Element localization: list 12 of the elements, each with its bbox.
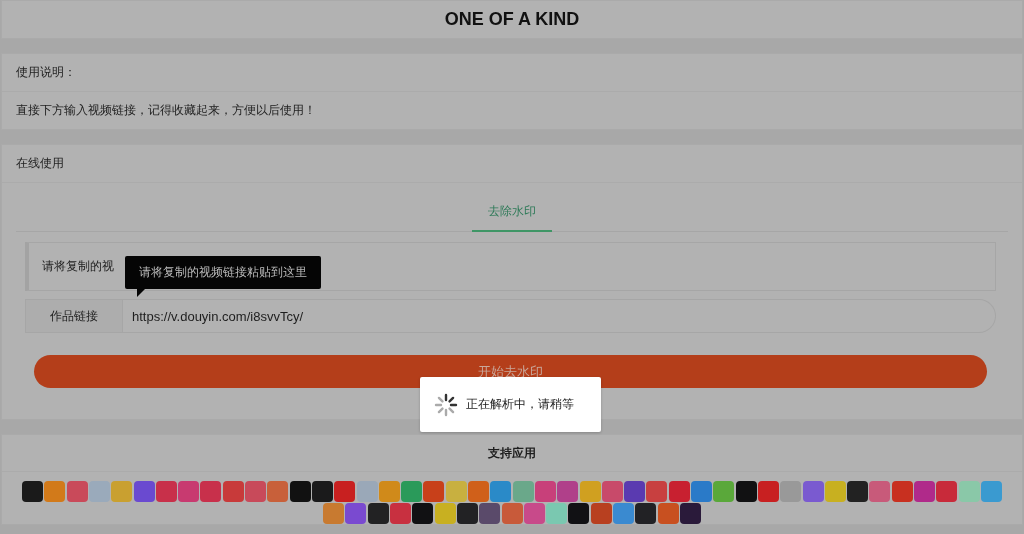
section-heading: 在线使用 xyxy=(16,155,64,172)
site-title: ONE OF A KIND xyxy=(444,9,580,30)
tab[interactable]: 去除水印 xyxy=(472,197,552,232)
notice-text: 请将复制的视 xyxy=(42,258,114,275)
section-heading: 使用说明： xyxy=(16,64,76,81)
instructions-text: 直接下方输入视频链接，记得收藏起来，方便以后使用！ xyxy=(16,102,316,119)
section-heading: 支持应用 xyxy=(488,444,536,462)
loading-message: 正在解析中，请稍等 xyxy=(466,396,574,413)
tooltip: 请将复制的视频链接粘贴到这里 xyxy=(125,256,321,297)
spinner-icon xyxy=(434,392,458,417)
link-input-field[interactable]: https://v.douyin.com/i8svvTcy/ xyxy=(123,299,996,333)
field-label: 作品链接 xyxy=(25,299,123,333)
